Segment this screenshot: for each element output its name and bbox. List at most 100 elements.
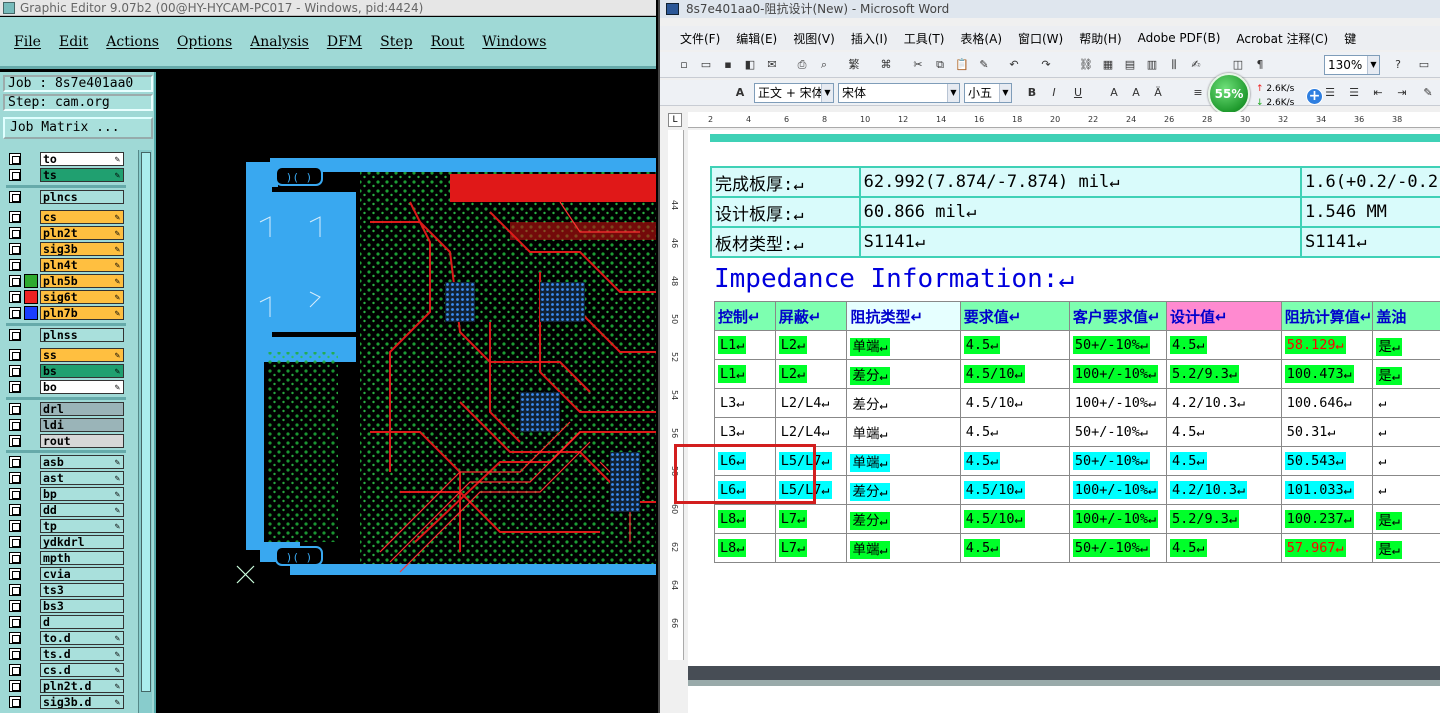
menu-wtools[interactable]: 工具(T)	[904, 30, 945, 47]
layer-name[interactable]: pln5b ✎	[40, 274, 124, 288]
layer-row[interactable]: cs ✎	[6, 210, 126, 224]
layer-name[interactable]: bp ✎	[40, 487, 124, 501]
bold-icon[interactable]: B	[1024, 85, 1040, 101]
table-cell[interactable]: 4.5↵	[1165, 330, 1282, 360]
table-cell[interactable]: L3↵	[714, 417, 776, 447]
table-cell[interactable]: 4.5/10↵	[959, 504, 1070, 534]
column-header[interactable]: 阻抗类型↵	[846, 301, 961, 331]
menu-file[interactable]: File	[14, 34, 41, 50]
layer-name[interactable]: rout	[40, 434, 124, 448]
menu-wedit[interactable]: 编辑(E)	[736, 30, 777, 47]
pcb-graphic-view[interactable]: )( ) )( )	[160, 72, 656, 713]
layer-row[interactable]: pln5b ✎	[6, 274, 126, 288]
layer-name[interactable]: pln2t.d ✎	[40, 679, 124, 693]
layer-row[interactable]: pln2t.d ✎	[6, 679, 126, 693]
table-cell[interactable]: 57.967↵	[1280, 533, 1374, 563]
info-cell[interactable]: 60.866 mil↵	[858, 196, 1303, 228]
style-combo[interactable]: 正文 + 宋体 ▼	[754, 83, 834, 103]
layer-name[interactable]: ldi	[40, 418, 124, 432]
char-shading-icon[interactable]: A	[1128, 85, 1144, 101]
table-cell[interactable]: 差分↵	[846, 475, 961, 505]
layer-checkbox[interactable]	[9, 648, 21, 660]
table-cell[interactable]: 50+/-10%↵	[1068, 330, 1167, 360]
show-hide-icon[interactable]: ¶	[1252, 57, 1268, 73]
menu-whelp[interactable]: 帮助(H)	[1079, 30, 1121, 47]
plus-icon[interactable]: +	[1306, 88, 1323, 105]
layer-checkbox[interactable]	[9, 504, 21, 516]
layer-name[interactable]: pln4t ✎	[40, 258, 124, 272]
format-painter-icon[interactable]: ✎	[976, 57, 992, 73]
undo-icon[interactable]: ↶	[1006, 57, 1022, 73]
table-cell[interactable]: 100.646↵	[1280, 388, 1374, 418]
menu-wview[interactable]: 视图(V)	[793, 30, 835, 47]
highlight-icon[interactable]: ✎	[1420, 85, 1436, 101]
layer-name[interactable]: ts.d ✎	[40, 647, 124, 661]
layer-checkbox[interactable]	[9, 191, 21, 203]
table-cell[interactable]: ↵	[1372, 388, 1440, 418]
table-cell[interactable]: L7↵	[774, 533, 848, 563]
layer-name[interactable]: sig3b ✎	[40, 242, 124, 256]
column-header[interactable]: 设计值↵	[1165, 301, 1282, 331]
table-cell[interactable]: 4.5↵	[959, 417, 1070, 447]
column-header[interactable]: 控制↵	[714, 301, 776, 331]
layer-name[interactable]: plncs	[40, 190, 124, 204]
decrease-indent-icon[interactable]: ⇤	[1370, 85, 1386, 101]
table-cell[interactable]: 4.5↵	[959, 533, 1070, 563]
net-percent-ball[interactable]: 55%	[1208, 73, 1250, 115]
paste-icon[interactable]: 📋	[954, 57, 970, 73]
open-icon[interactable]: ▭	[698, 57, 714, 73]
layer-name[interactable]: cvia	[40, 567, 124, 581]
increase-indent-icon[interactable]: ⇥	[1394, 85, 1410, 101]
table-cell[interactable]: L7↵	[774, 504, 848, 534]
layer-checkbox[interactable]	[9, 584, 21, 596]
print-icon[interactable]: ⎙	[794, 57, 810, 73]
table-cell[interactable]: 100.473↵	[1280, 359, 1374, 389]
layer-row[interactable]: pln2t ✎	[6, 226, 126, 240]
layer-name[interactable]: sig3b.d ✎	[40, 695, 124, 709]
layer-row[interactable]: bs3	[6, 599, 126, 613]
table-cell[interactable]: L1↵	[714, 359, 776, 389]
trad-simp-icon[interactable]: 繁	[846, 57, 862, 73]
save-icon[interactable]: ▪	[720, 57, 736, 73]
layer-name[interactable]: ts3	[40, 583, 124, 597]
table-cell[interactable]: 4.5↵	[959, 330, 1070, 360]
layer-row[interactable]: ts3	[6, 583, 126, 597]
document-page[interactable]: 完成板厚:↵ 62.992(7.874/-7.874) mil↵ 1.6(+0.2/…	[674, 130, 1440, 660]
underline-icon[interactable]: U	[1070, 85, 1086, 101]
phonetic-icon[interactable]: Ä	[1150, 85, 1166, 101]
layer-row[interactable]: ss ✎	[6, 348, 126, 362]
layer-row[interactable]: rout	[6, 434, 126, 448]
cut-icon[interactable]: ✂	[910, 57, 926, 73]
align-left-icon[interactable]: ≡	[1190, 85, 1206, 101]
layer-checkbox[interactable]	[9, 275, 21, 287]
layer-row[interactable]: ldi	[6, 418, 126, 432]
layer-checkbox[interactable]	[9, 488, 21, 500]
insert-excel-icon[interactable]: ▥	[1144, 57, 1160, 73]
layer-row[interactable]: cvia	[6, 567, 126, 581]
column-header[interactable]: 阻抗计算值↵	[1280, 301, 1374, 331]
info-cell[interactable]: 62.992(7.874/-7.874) mil↵	[858, 166, 1303, 198]
layer-name[interactable]: ast ✎	[40, 471, 124, 485]
layer-checkbox[interactable]	[9, 472, 21, 484]
table-cell[interactable]: 是↵	[1372, 359, 1440, 389]
column-header[interactable]: 客户要求值↵	[1068, 301, 1167, 331]
table-cell[interactable]: L1↵	[714, 330, 776, 360]
table-cell[interactable]: 4.5/10↵	[959, 359, 1070, 389]
table-cell[interactable]: ↵	[1372, 417, 1440, 447]
word-title-bar[interactable]: 8s7e401aa0-阻抗设计(New) - Microsoft Word	[660, 0, 1440, 18]
table-cell[interactable]: ↵	[1372, 446, 1440, 476]
menu-actions[interactable]: Actions	[106, 34, 159, 50]
layer-checkbox[interactable]	[9, 153, 21, 165]
layer-checkbox[interactable]	[9, 227, 21, 239]
drawing-icon[interactable]: ✍	[1188, 57, 1204, 73]
layer-name[interactable]: bs3	[40, 599, 124, 613]
layer-checkbox[interactable]	[9, 381, 21, 393]
print-preview-icon[interactable]: ⌕	[816, 57, 832, 73]
layer-checkbox[interactable]	[9, 329, 21, 341]
char-border-icon[interactable]: A	[1106, 85, 1122, 101]
layer-row[interactable]: to.d ✎	[6, 631, 126, 645]
table-cell[interactable]: 100+/-10%↵	[1068, 475, 1167, 505]
layer-row[interactable]: sig6t ✎	[6, 290, 126, 304]
table-cell[interactable]: 4.5/10↵	[959, 475, 1070, 505]
table-cell[interactable]: 100+/-10%↵	[1068, 359, 1167, 389]
